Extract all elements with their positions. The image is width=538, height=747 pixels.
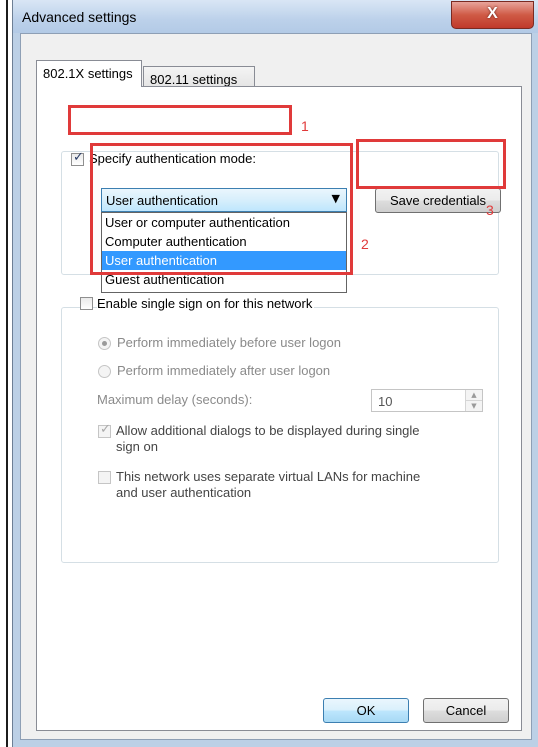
save-credentials-button[interactable]: Save credentials [375, 188, 501, 213]
radio-selected-dot [102, 341, 107, 346]
annotation-number-1: 1 [301, 118, 309, 134]
after-logon-radio[interactable] [98, 365, 111, 378]
annotation-number-3: 3 [486, 202, 494, 218]
cancel-button[interactable]: Cancel [423, 698, 509, 723]
separate-vlan-label-line1: This network uses separate virtual LANs … [116, 469, 421, 484]
separate-vlan-label-line2: and user authentication [116, 485, 252, 500]
enable-sso-checkbox[interactable] [80, 297, 93, 310]
ok-button[interactable]: OK [323, 698, 409, 723]
max-delay-spinbox[interactable]: 10 ▲ ▼ [371, 389, 483, 412]
max-delay-value: 10 [378, 394, 393, 409]
allow-dialogs-label-line2: sign on [116, 439, 158, 454]
annotation-box-2 [90, 143, 353, 275]
annotation-box-1 [68, 105, 292, 135]
spin-down-icon[interactable]: ▼ [465, 400, 482, 411]
before-logon-label: Perform immediately before user logon [117, 335, 341, 350]
after-logon-label: Perform immediately after user logon [117, 363, 331, 378]
annotation-number-2: 2 [361, 236, 369, 252]
allow-dialogs-label-line1: Allow additional dialogs to be displayed… [116, 423, 420, 438]
separate-vlan-checkbox[interactable] [98, 471, 111, 484]
background-window-edge [0, 0, 12, 747]
tab-8021x-settings[interactable]: 802.1X settings [36, 60, 142, 87]
specify-auth-mode-checkbox[interactable]: ✓ [71, 150, 84, 166]
before-logon-radio[interactable] [98, 337, 111, 350]
allow-dialogs-checkbox[interactable]: ✓ [98, 422, 111, 438]
annotation-box-3 [356, 139, 506, 189]
checkmark-icon: ✓ [100, 422, 111, 437]
close-icon: X [487, 5, 498, 22]
max-delay-label: Maximum delay (seconds): [97, 392, 253, 407]
checkmark-icon: ✓ [73, 150, 84, 165]
close-button[interactable]: X [451, 1, 534, 29]
window-title: Advanced settings [22, 9, 137, 25]
title-bar[interactable]: Advanced settings X [13, 0, 538, 33]
background-divider [6, 0, 8, 747]
spin-up-icon[interactable]: ▲ [465, 390, 482, 400]
enable-sso-label: Enable single sign on for this network [97, 296, 315, 311]
